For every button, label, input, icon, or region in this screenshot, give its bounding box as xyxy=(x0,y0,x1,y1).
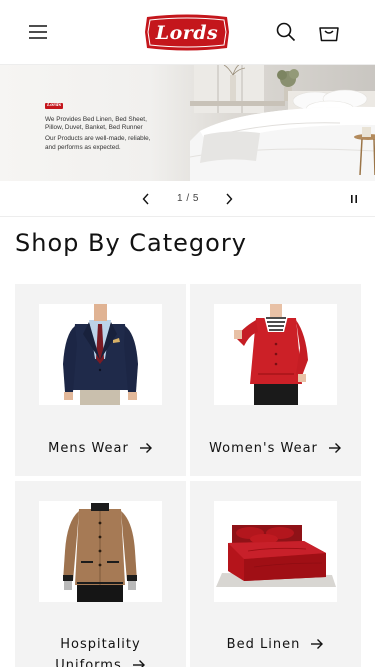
cart-icon xyxy=(319,27,339,42)
arrow-right-icon xyxy=(132,660,145,667)
banner-line: We Provides Bed Linen, Bed Sheet, xyxy=(45,116,147,123)
banner-line: Pillow, Duvet, Banket, Bed Runner xyxy=(45,124,143,132)
banner-text: Lords We Provides Bed Linen, Bed Sheet, … xyxy=(45,91,195,152)
next-slide-button[interactable] xyxy=(217,187,241,211)
hero-banner[interactable]: Lords We Provides Bed Linen, Bed Sheet, … xyxy=(0,65,375,181)
banner-line: and performs as expected. xyxy=(45,143,121,151)
category-label: Women's Wear xyxy=(190,438,361,459)
hamburger-menu-icon xyxy=(29,25,47,39)
arrow-right-icon xyxy=(328,443,341,453)
pause-slideshow-button[interactable] xyxy=(342,187,366,211)
category-name-line2: Uniforms xyxy=(55,658,122,667)
slide-counter: 1 / 5 xyxy=(177,193,199,204)
arrow-right-icon xyxy=(311,639,324,649)
search-icon xyxy=(276,22,296,42)
chevron-right-icon xyxy=(226,193,233,205)
category-name-line1: Hospitality xyxy=(60,637,141,652)
category-name: Mens Wear xyxy=(48,441,129,456)
category-image xyxy=(214,304,337,405)
previous-slide-button[interactable] xyxy=(134,187,158,211)
category-name: Women's Wear xyxy=(209,441,318,456)
search-button[interactable] xyxy=(270,16,302,48)
red-bed-image xyxy=(214,501,337,602)
category-card-bed-linen[interactable]: Bed Linen xyxy=(190,481,361,667)
category-label: Bed Linen xyxy=(190,634,361,655)
banner-line: Our Products are well-made, reliable, xyxy=(45,135,151,143)
category-label: Mens Wear xyxy=(15,438,186,459)
category-image xyxy=(214,501,337,602)
mens-suit-image xyxy=(39,304,162,405)
category-card-womens-wear[interactable]: Women's Wear xyxy=(190,284,361,476)
bedroom-image xyxy=(190,65,375,181)
category-card-mens-wear[interactable]: Mens Wear xyxy=(15,284,186,476)
cart-button[interactable] xyxy=(313,16,345,48)
site-header: Lords xyxy=(0,0,375,65)
menu-button[interactable] xyxy=(22,16,54,48)
chevron-left-icon xyxy=(142,193,149,205)
category-image xyxy=(39,304,162,405)
category-label: Hospitality Uniforms xyxy=(15,634,186,667)
slideshow-controls: 1 / 5 xyxy=(0,181,375,217)
arrow-right-icon xyxy=(139,443,152,453)
section-title: Shop By Category xyxy=(15,229,247,257)
banner-logo: Lords xyxy=(45,102,64,109)
category-name: Bed Linen xyxy=(226,637,301,652)
hospitality-jacket-image xyxy=(39,501,162,602)
womens-uniform-image xyxy=(214,304,337,405)
brand-logo[interactable]: Lords xyxy=(143,14,231,51)
category-image xyxy=(39,501,162,602)
logo-text: Lords xyxy=(155,21,219,44)
category-card-hospitality-uniforms[interactable]: Hospitality Uniforms xyxy=(15,481,186,667)
pause-icon xyxy=(351,195,357,203)
